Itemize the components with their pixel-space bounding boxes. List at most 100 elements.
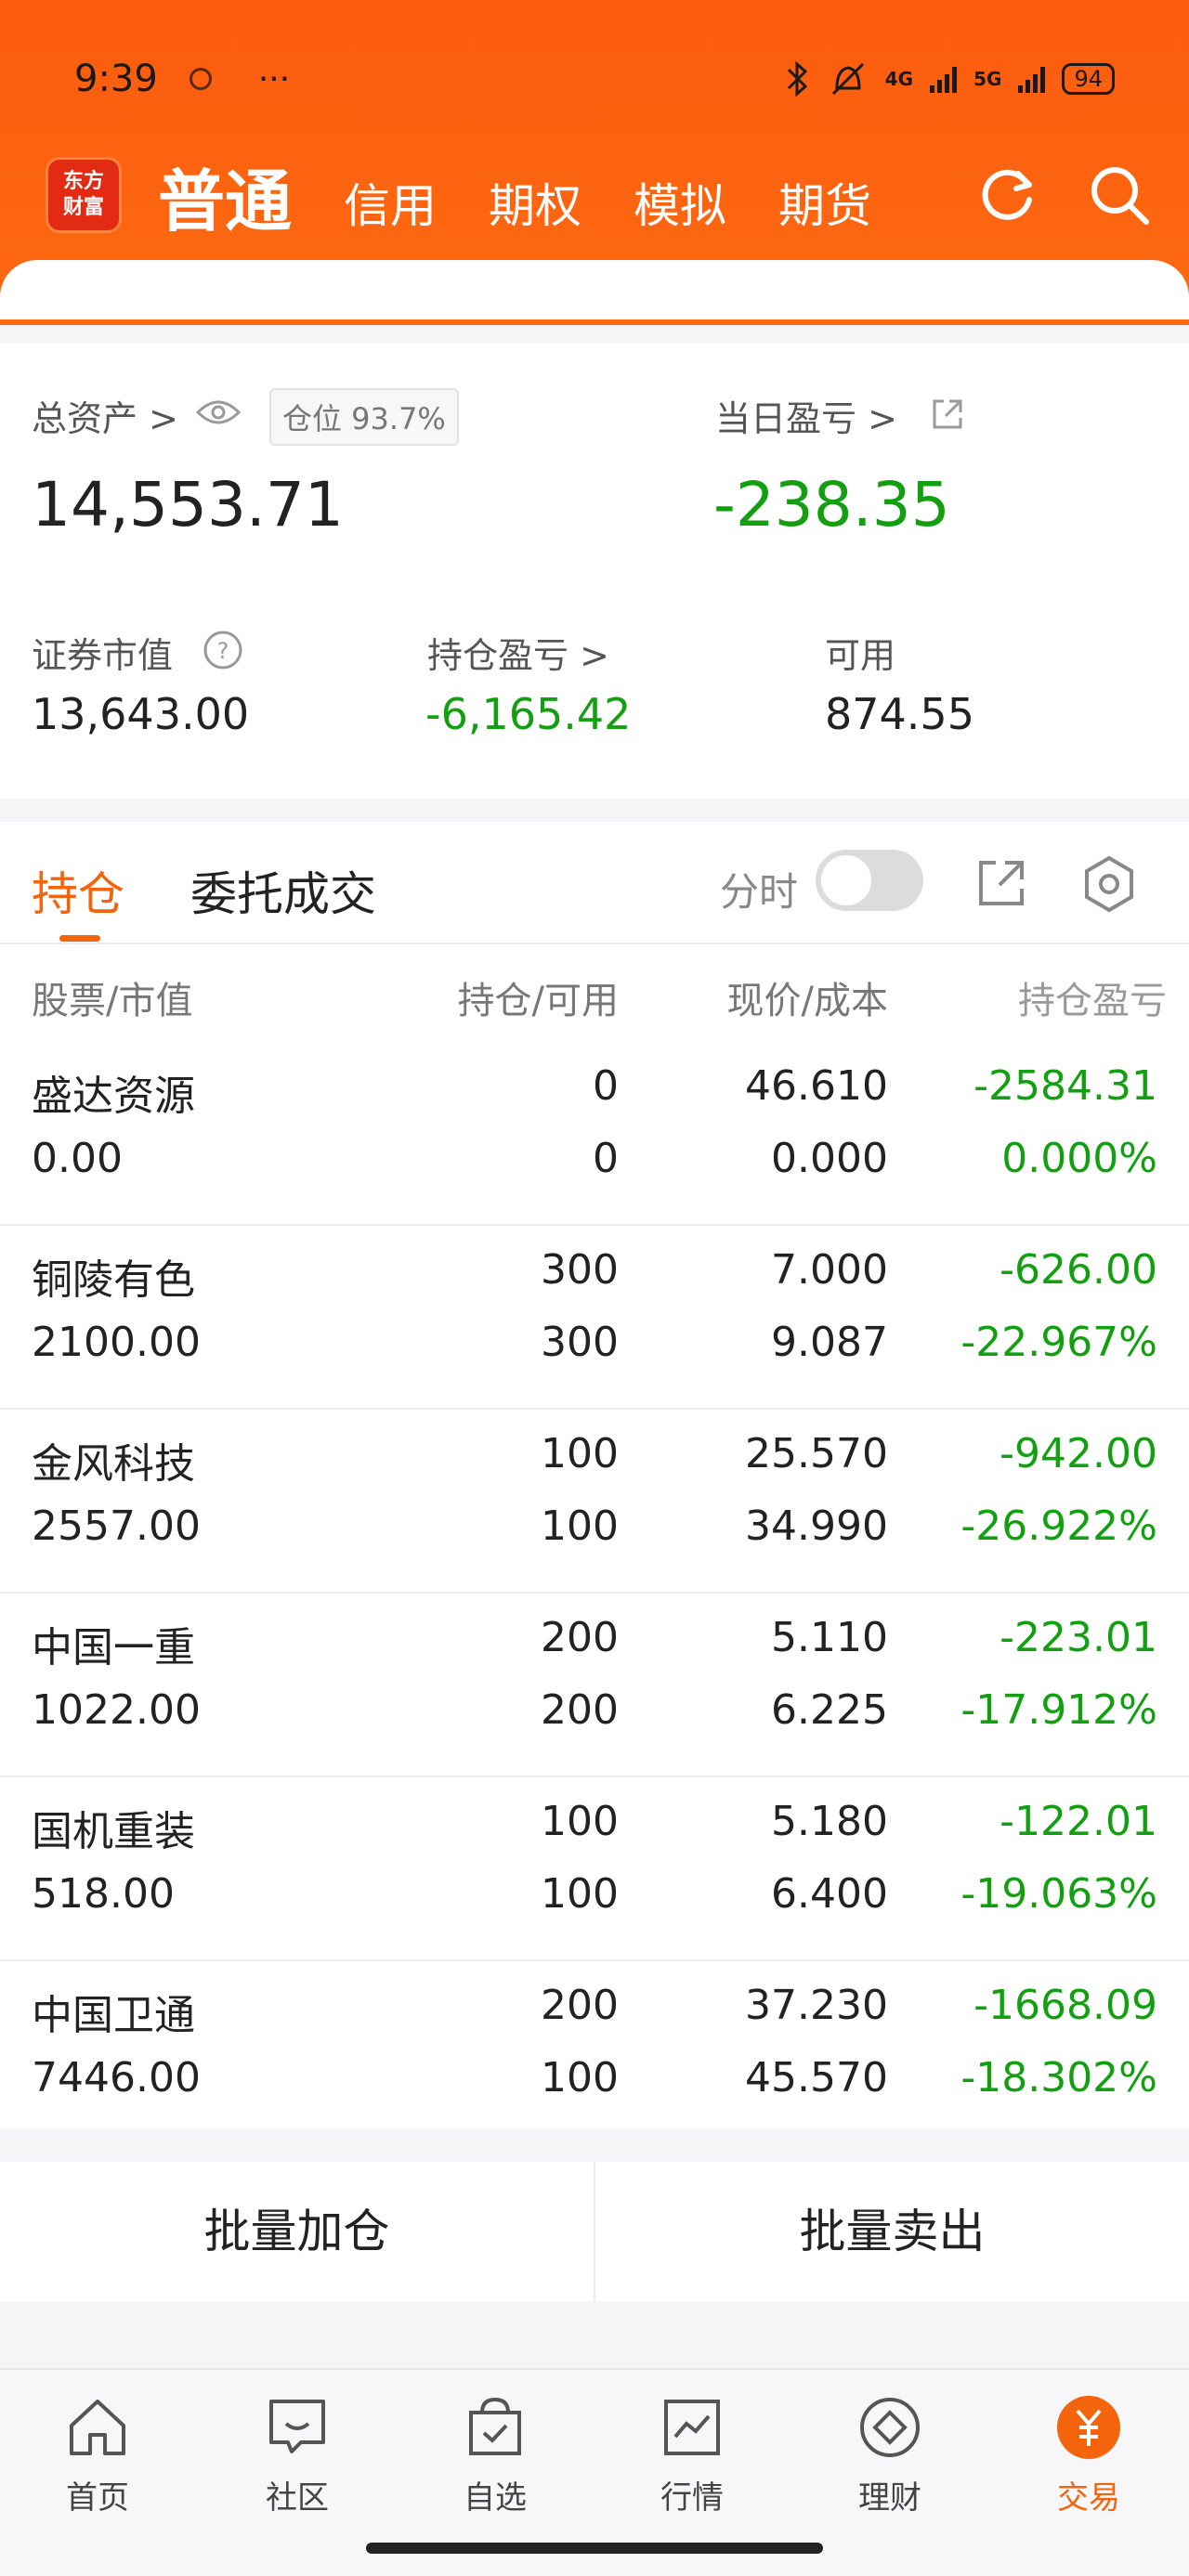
tab-wealth[interactable]: 理财 <box>816 2390 964 2517</box>
share-icon[interactable] <box>929 396 966 433</box>
pl: -626.00 <box>1000 1246 1157 1294</box>
help-icon[interactable]: ? <box>203 630 243 670</box>
batch-actions: 批量加仓 批量卖出 <box>0 2162 1189 2301</box>
diamond-icon <box>860 2398 920 2457</box>
stock-name: 盛达资源 <box>32 1073 195 1120</box>
tab-trade-label: 交易 <box>1057 2479 1120 2517</box>
tab-home[interactable]: 首页 <box>23 2390 172 2517</box>
pl-pct: -19.063% <box>960 1870 1157 1918</box>
table-row[interactable]: 盛达资源 0.00 0 0 46.610 0.000 -2584.31 0.00… <box>0 1042 1189 1226</box>
yuan-icon <box>1057 2396 1120 2459</box>
tab-normal[interactable]: 普通 <box>158 147 292 244</box>
pl: -122.01 <box>1000 1798 1157 1845</box>
status-time: 9:39 <box>74 58 158 100</box>
holding-pl-value: -6,165.42 <box>425 689 632 739</box>
batch-sell-button[interactable]: 批量卖出 <box>595 2162 1189 2301</box>
stock-name: 金风科技 <box>32 1440 195 1488</box>
fenshi-label: 分时 <box>720 869 799 915</box>
table-row[interactable]: 铜陵有色 2100.00 300 300 7.000 9.087 -626.00… <box>0 1226 1189 1410</box>
notification-icon <box>189 68 212 90</box>
tab-watchlist-label: 自选 <box>464 2479 527 2517</box>
settings-icon[interactable] <box>1080 855 1138 913</box>
tab-holdings[interactable]: 持仓 <box>32 857 124 924</box>
tab-orders[interactable]: 委托成交 <box>190 857 376 924</box>
export-icon[interactable] <box>975 857 1027 909</box>
total-assets-value: 14,553.71 <box>32 469 344 540</box>
price: 37.230 <box>745 1982 888 2029</box>
search-icon[interactable] <box>1087 163 1152 228</box>
tab-market[interactable]: 行情 <box>618 2390 766 2517</box>
stock-name: 铜陵有色 <box>32 1256 195 1304</box>
batch-add-button[interactable]: 批量加仓 <box>0 2162 594 2301</box>
stock-value: 2557.00 <box>32 1503 201 1550</box>
stock-name: 中国卫通 <box>32 1992 195 2039</box>
battery-icon: 94 <box>1062 63 1115 95</box>
cost: 6.225 <box>771 1686 888 1734</box>
holdings-tabs: 持仓 委托成交 分时 <box>0 822 1189 944</box>
network-5g: 5G <box>973 68 1002 90</box>
market-value-label: 证券市值 <box>32 635 174 676</box>
header-price: 现价/成本 <box>726 980 888 1022</box>
available: 100 <box>541 1870 619 1918</box>
cost: 9.087 <box>771 1319 888 1366</box>
signal-icon-2 <box>1018 65 1046 93</box>
holding-pl-label[interactable]: 持仓盈亏 > <box>427 627 609 678</box>
available: 100 <box>541 2054 619 2101</box>
price: 5.180 <box>771 1798 888 1845</box>
cost: 6.400 <box>771 1870 888 1918</box>
fenshi-toggle[interactable] <box>816 850 923 911</box>
cost: 34.990 <box>745 1503 888 1550</box>
home-indicator <box>366 2543 823 2554</box>
tab-futures[interactable]: 期货 <box>778 169 871 236</box>
stock-name: 中国一重 <box>32 1624 195 1672</box>
pl: -942.00 <box>1000 1430 1157 1477</box>
eye-icon[interactable] <box>195 397 242 427</box>
position: 200 <box>541 1982 619 2029</box>
header-position: 持仓/可用 <box>457 980 619 1022</box>
tab-simulate[interactable]: 模拟 <box>634 169 726 236</box>
stock-value: 1022.00 <box>32 1686 201 1734</box>
table-row[interactable]: 金风科技 2557.00 100 100 25.570 34.990 -942.… <box>0 1410 1189 1594</box>
pl-pct: -22.967% <box>960 1319 1157 1366</box>
pl: -223.01 <box>1000 1614 1157 1661</box>
total-assets-label[interactable]: 总资产 > <box>32 390 178 441</box>
top-nav: 东方财富 普通 信用 期权 模拟 期货 <box>48 149 1152 241</box>
asset-summary: 总资产 > 仓位 93.7% 14,553.71 当日盈亏 > -238.35 … <box>0 344 1189 799</box>
header-pl: 持仓盈亏 <box>1018 980 1167 1022</box>
position: 100 <box>541 1430 619 1477</box>
tab-credit[interactable]: 信用 <box>344 169 437 236</box>
price: 46.610 <box>745 1062 888 1110</box>
available-value: 874.55 <box>825 689 974 739</box>
daily-pl-label[interactable]: 当日盈亏 > <box>715 390 897 441</box>
tab-home-label: 首页 <box>66 2479 129 2517</box>
table-row[interactable]: 中国卫通 7446.00 200 100 37.230 45.570 -1668… <box>0 1961 1189 2143</box>
position: 200 <box>541 1614 619 1661</box>
tab-trade[interactable]: 交易 <box>1014 2390 1163 2517</box>
svg-text:?: ? <box>217 638 229 664</box>
available: 100 <box>541 1503 619 1550</box>
mute-icon <box>831 62 864 96</box>
table-row[interactable]: 中国一重 1022.00 200 200 5.110 6.225 -223.01… <box>0 1594 1189 1777</box>
available: 0 <box>593 1135 619 1182</box>
cost: 45.570 <box>745 2054 888 2101</box>
status-bar: 9:39 ··· 4G 5G 94 <box>74 56 1115 102</box>
market-value: 13,643.00 <box>32 689 250 739</box>
pl: -1668.09 <box>973 1982 1157 2029</box>
refresh-icon[interactable] <box>975 163 1040 228</box>
header-card-edge <box>0 260 1189 319</box>
active-tab-indicator <box>59 935 100 942</box>
pl-pct: -18.302% <box>960 2054 1157 2101</box>
tab-options[interactable]: 期权 <box>489 169 581 236</box>
table-row[interactable]: 国机重装 518.00 100 100 5.180 6.400 -122.01 … <box>0 1777 1189 1961</box>
chart-icon <box>664 2400 720 2455</box>
tab-wealth-label: 理财 <box>858 2479 921 2517</box>
available-label: 可用 <box>825 635 896 676</box>
app-logo: 东方财富 <box>48 160 119 230</box>
tab-watchlist[interactable]: 自选 <box>421 2390 569 2517</box>
position: 100 <box>541 1798 619 1845</box>
chat-icon <box>269 2400 325 2453</box>
daily-pl-value: -238.35 <box>713 469 950 540</box>
available: 300 <box>541 1319 619 1366</box>
tab-community[interactable]: 社区 <box>223 2390 372 2517</box>
app-header: 9:39 ··· 4G 5G 94 东方财富 普通 信用 期权 模拟 期货 <box>0 0 1189 325</box>
